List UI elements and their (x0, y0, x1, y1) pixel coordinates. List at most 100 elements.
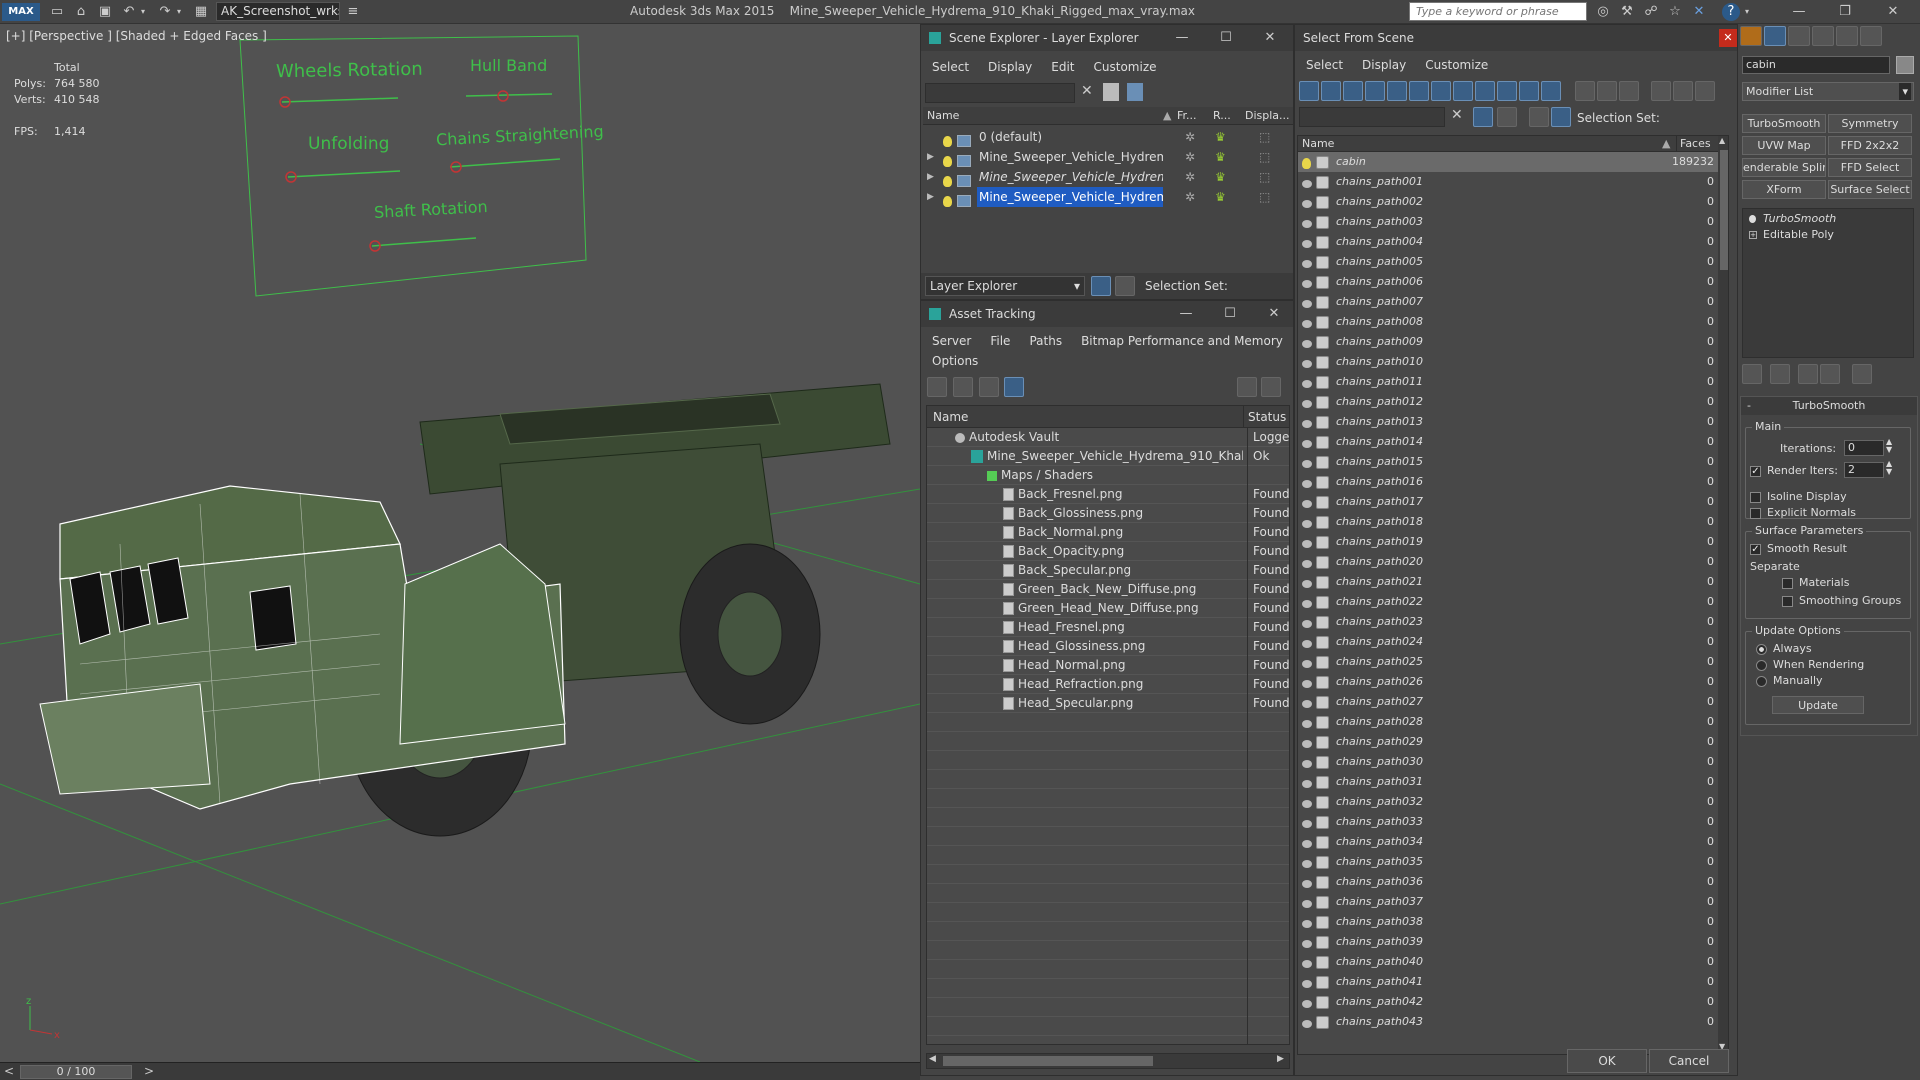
object-visibility-icon[interactable] (1302, 333, 1316, 352)
layer-name[interactable]: Mine_Sweeper_Vehicle_Hydrema_91... (977, 147, 1163, 167)
object-visibility-icon[interactable] (1302, 873, 1316, 892)
asset-row[interactable]: Back_Opacity.png Found (927, 542, 1289, 561)
sfs-menu-customize[interactable]: Customize (1414, 55, 1496, 72)
scene-object-row[interactable]: chains_path013 0 (1298, 412, 1718, 432)
object-visibility-icon[interactable] (1302, 153, 1311, 172)
layer-render-icon[interactable]: ♛ (1215, 167, 1226, 187)
layer-render-icon[interactable]: ♛ (1215, 147, 1226, 167)
asset-tracking-maximize-icon[interactable]: ☐ (1215, 301, 1245, 327)
sfs-filter-shapes-icon[interactable] (1321, 81, 1341, 101)
open-file-icon[interactable]: ⌂ (72, 3, 90, 21)
workspace-menu-icon[interactable]: ≡ (344, 3, 362, 21)
render-iters-checkbox[interactable]: ✓ (1750, 465, 1761, 477)
asset-row[interactable]: Green_Head_New_Diffuse.png Found (927, 599, 1289, 618)
at-horizontal-scrollbar[interactable]: ◀ ▶ (926, 1053, 1290, 1069)
object-visibility-icon[interactable] (1302, 973, 1316, 992)
scene-object-row[interactable]: chains_path008 0 (1298, 312, 1718, 332)
object-visibility-icon[interactable] (1302, 413, 1316, 432)
modifier-toggle-bulb-icon[interactable] (1749, 215, 1756, 223)
se-layer-row[interactable]: ▶ Mine_Sweeper_Vehicle_Hydrema_91... ✲ ♛ ⬚ (923, 147, 1293, 167)
sfs-filter-spacewarps-icon[interactable] (1409, 81, 1429, 101)
layer-freeze-icon[interactable]: ✲ (1185, 147, 1195, 167)
when-rendering-radio[interactable] (1756, 659, 1767, 671)
scene-object-row[interactable]: chains_path025 0 (1298, 652, 1718, 672)
layer-display-icon[interactable]: ⬚ (1259, 187, 1270, 207)
save-icon[interactable]: ▣ (96, 3, 114, 21)
se-layer-tool-icon[interactable] (1127, 83, 1143, 101)
se-menu-customize[interactable]: Customize (1083, 57, 1165, 74)
isoline-checkbox[interactable] (1750, 491, 1761, 503)
expand-arrow-icon[interactable]: ▶ (927, 147, 934, 167)
smoothing-groups-checkbox[interactable] (1782, 595, 1793, 607)
se-col-render[interactable]: R... (1213, 107, 1231, 125)
object-visibility-icon[interactable] (1302, 753, 1316, 772)
surface-select-button[interactable]: Surface Select (1828, 180, 1912, 199)
scene-object-row[interactable]: chains_path019 0 (1298, 532, 1718, 552)
scene-object-row[interactable]: chains_path022 0 (1298, 592, 1718, 612)
layer-display-icon[interactable]: ⬚ (1259, 127, 1270, 147)
object-visibility-icon[interactable] (1302, 573, 1316, 592)
at-col-status[interactable]: Status (1243, 406, 1286, 428)
asset-row[interactable]: Head_Normal.png Found (927, 656, 1289, 675)
asset-row[interactable]: Green_Back_New_Diffuse.png Found (927, 580, 1289, 599)
uvw-map-button[interactable]: UVW Map (1742, 136, 1826, 155)
scene-object-row[interactable]: chains_path036 0 (1298, 872, 1718, 892)
object-visibility-icon[interactable] (1302, 353, 1316, 372)
scene-object-row[interactable]: chains_path017 0 (1298, 492, 1718, 512)
at-list-icon[interactable] (952, 377, 973, 397)
asset-row[interactable]: Head_Specular.png Found (927, 694, 1289, 713)
favorites-icon[interactable]: ☆ (1666, 3, 1684, 21)
scene-object-row[interactable]: chains_path038 0 (1298, 912, 1718, 932)
sfs-close-icon[interactable]: ✕ (1719, 29, 1737, 47)
sfs-select-invert-icon[interactable] (1618, 81, 1639, 101)
scene-object-row[interactable]: chains_path024 0 (1298, 632, 1718, 652)
se-search-field[interactable] (925, 83, 1075, 103)
hierarchy-tab-icon[interactable] (1788, 26, 1810, 46)
motion-tab-icon[interactable] (1812, 26, 1834, 46)
scene-object-row[interactable]: chains_path010 0 (1298, 352, 1718, 372)
object-visibility-icon[interactable] (1302, 673, 1316, 692)
layer-visibility-bulb-icon[interactable] (943, 171, 952, 187)
time-slider[interactable]: 0 / 100 (20, 1065, 132, 1079)
scene-object-row[interactable]: chains_path027 0 (1298, 692, 1718, 712)
sfs-layer-mode-icon[interactable] (1529, 107, 1549, 127)
object-visibility-icon[interactable] (1302, 733, 1316, 752)
sfs-scroll-thumb[interactable] (1720, 150, 1728, 270)
stack-item-turbosmooth[interactable]: TurboSmooth (1743, 211, 1913, 227)
scene-object-row[interactable]: chains_path032 0 (1298, 792, 1718, 812)
sfs-cancel-button[interactable]: Cancel (1649, 1049, 1729, 1073)
scene-object-row[interactable]: chains_path037 0 (1298, 892, 1718, 912)
object-visibility-icon[interactable] (1302, 453, 1316, 472)
object-visibility-icon[interactable] (1302, 633, 1316, 652)
sfs-sort-icon[interactable] (1672, 81, 1693, 101)
exchange-icon[interactable]: ✕ (1690, 3, 1708, 21)
display-tab-icon[interactable] (1836, 26, 1858, 46)
sfs-filter-groups-icon[interactable] (1431, 81, 1451, 101)
layer-freeze-icon[interactable]: ✲ (1185, 127, 1195, 147)
scene-object-row[interactable]: chains_path035 0 (1298, 852, 1718, 872)
object-visibility-icon[interactable] (1302, 713, 1316, 732)
scene-object-row[interactable]: chains_path020 0 (1298, 552, 1718, 572)
asset-row[interactable]: Maps / Shaders (927, 466, 1289, 485)
object-visibility-icon[interactable] (1302, 533, 1316, 552)
ffd-select-button[interactable]: FFD Select (1828, 158, 1912, 177)
at-scroll-left-icon[interactable]: ◀ (929, 1054, 936, 1064)
layer-visibility-bulb-icon[interactable] (943, 191, 952, 207)
scene-object-row[interactable]: chains_path033 0 (1298, 812, 1718, 832)
scene-explorer-minimize-icon[interactable]: — (1167, 25, 1197, 51)
se-hierarchy-mode-icon[interactable] (1115, 276, 1135, 296)
asset-row[interactable]: Back_Glossiness.png Found (927, 504, 1289, 523)
at-scroll-thumb[interactable] (943, 1056, 1153, 1066)
layer-display-icon[interactable]: ⬚ (1259, 167, 1270, 187)
at-menu-server[interactable]: Server (921, 331, 979, 348)
close-icon[interactable]: ✕ (1884, 3, 1902, 21)
sfs-funnel-icon[interactable] (1650, 81, 1671, 101)
sfs-filter-geometry-icon[interactable] (1299, 81, 1319, 101)
scene-object-row[interactable]: chains_path034 0 (1298, 832, 1718, 852)
iterations-spinner-arrows-icon[interactable]: ▲ ▼ (1886, 438, 1892, 454)
make-unique-icon[interactable] (1798, 364, 1818, 384)
sfs-case-icon[interactable] (1497, 107, 1517, 127)
layer-freeze-icon[interactable]: ✲ (1185, 187, 1195, 207)
object-visibility-icon[interactable] (1302, 793, 1316, 812)
at-menu-bitmap[interactable]: Bitmap Performance and Memory (1070, 331, 1291, 348)
